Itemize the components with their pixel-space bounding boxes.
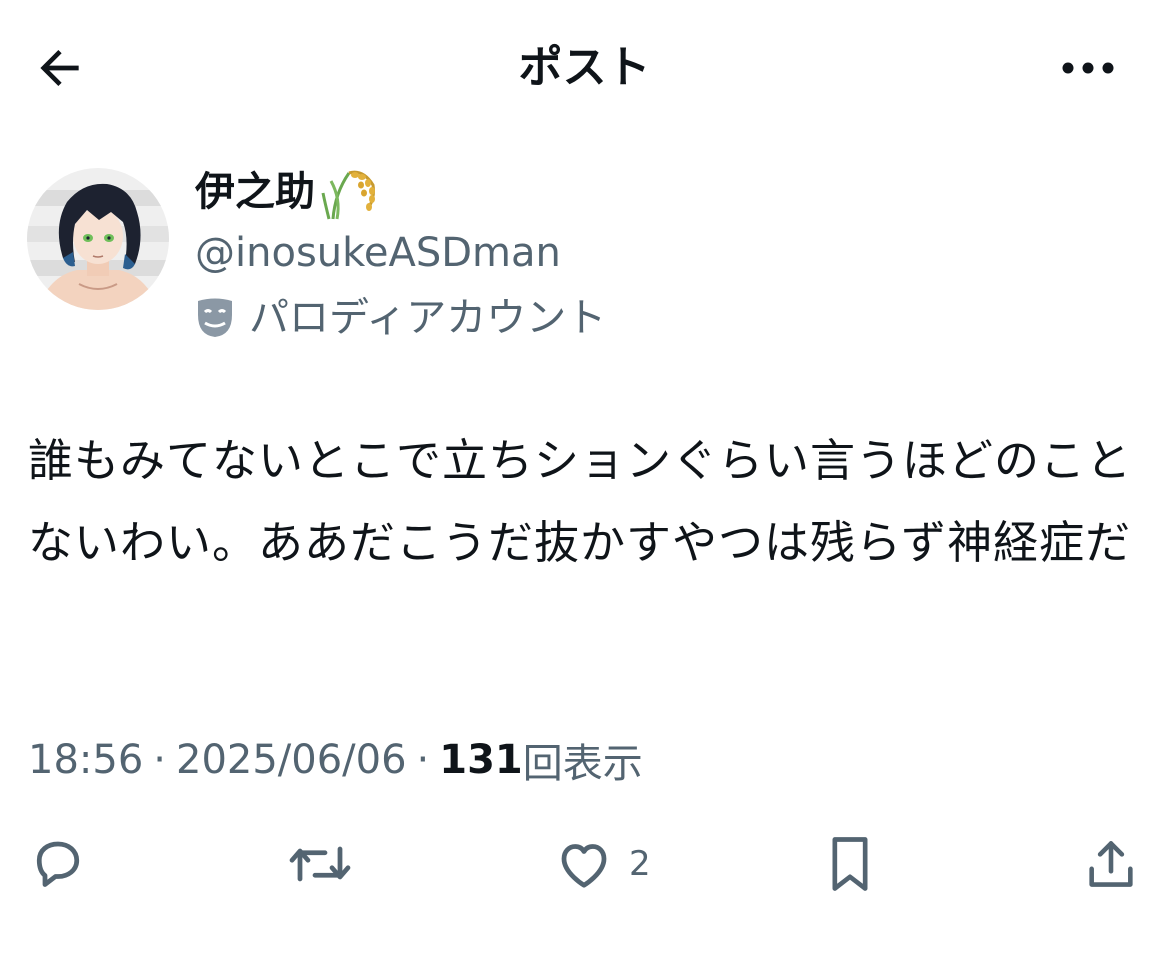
tweet-text: 誰もみてないとこで立ちションぐらい言うほどのことないわい。ああだこうだ抜かすやつ… — [28, 434, 1133, 569]
retweet-icon — [289, 846, 351, 882]
reply-icon — [36, 841, 80, 887]
more-button[interactable] — [1050, 38, 1126, 98]
tweet-time[interactable]: 18:56 — [28, 737, 143, 783]
theater-mask-icon — [198, 298, 232, 337]
tweet-meta: 18:56 · 2025/06/06 · 131 回表示 — [28, 730, 643, 790]
parody-account-label[interactable]: パロディアカウント — [195, 290, 606, 346]
author-name[interactable]: 伊之助 — [195, 160, 379, 224]
views-label: 回表示 — [522, 741, 643, 787]
like-count: 2 — [629, 844, 651, 884]
parody-label-text: パロディアカウント — [249, 295, 607, 341]
author-name-text: 伊之助 — [195, 169, 315, 215]
avatar-image — [27, 168, 169, 310]
reply-button[interactable] — [28, 832, 88, 896]
share-icon — [1089, 841, 1133, 887]
heart-icon — [561, 844, 607, 888]
more-horizontal-icon — [1062, 62, 1114, 74]
page-title: ポスト — [518, 42, 651, 93]
rice-plant-icon — [319, 163, 379, 221]
bookmark-button[interactable] — [822, 832, 878, 896]
author-handle[interactable]: @inosukeASDman — [195, 226, 561, 280]
meta-separator: · — [153, 737, 166, 783]
meta-separator: · — [416, 737, 430, 783]
tweet-date[interactable]: 2025/06/06 — [176, 737, 407, 783]
like-button[interactable]: 2 — [553, 832, 651, 896]
retweet-button[interactable] — [286, 832, 354, 896]
bookmark-icon — [832, 837, 868, 891]
views-count[interactable]: 131 — [439, 737, 523, 783]
share-button[interactable] — [1082, 832, 1140, 896]
avatar[interactable] — [27, 168, 169, 310]
